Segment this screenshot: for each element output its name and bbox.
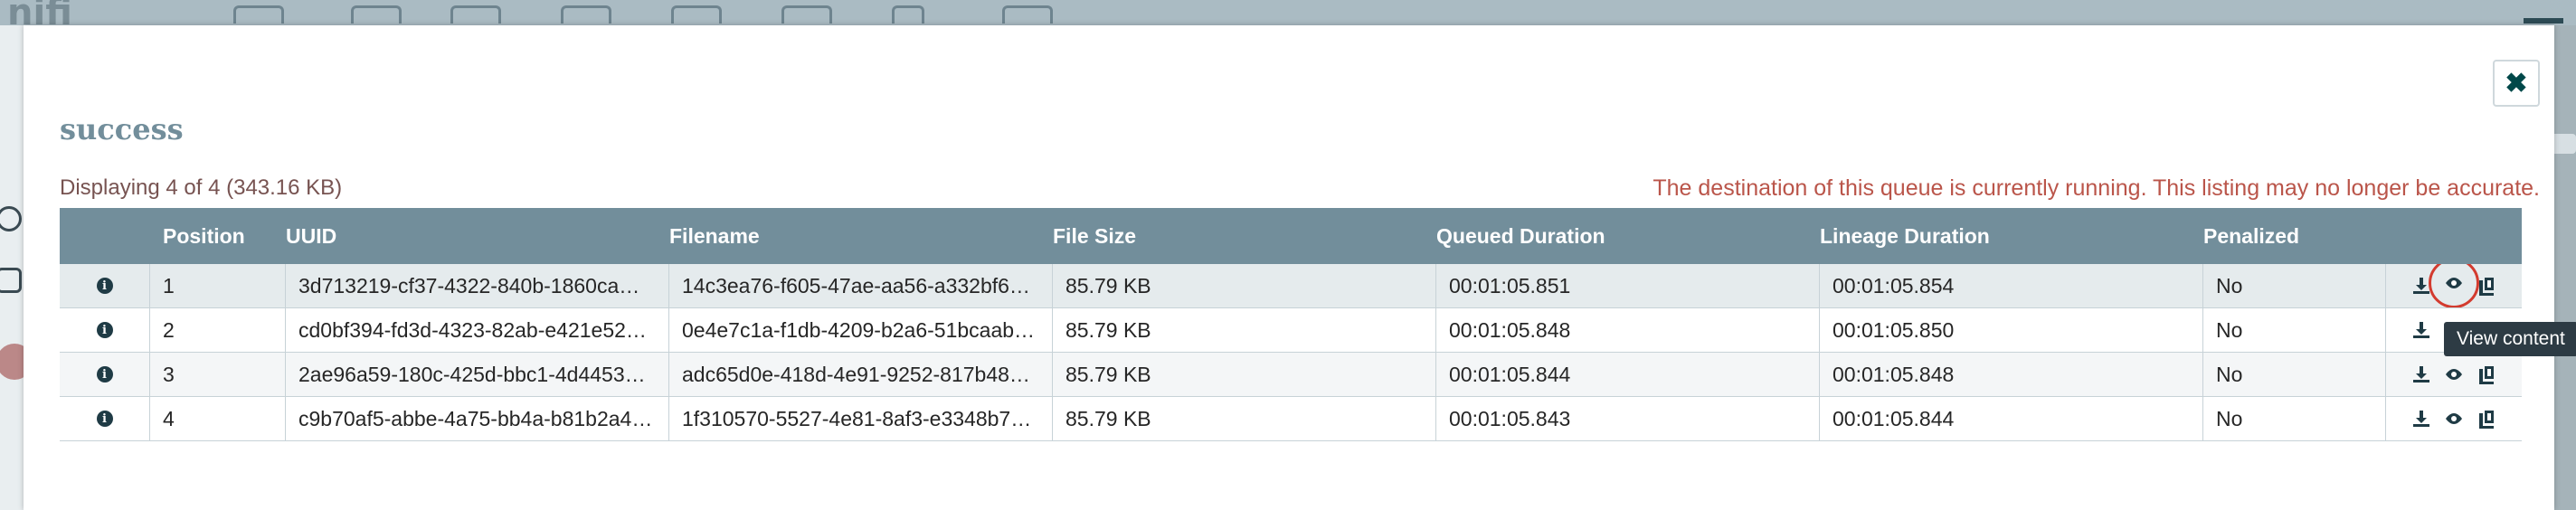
queued-duration-cell: 00:01:05.851	[1436, 264, 1820, 307]
info-icon[interactable]: i	[96, 322, 113, 338]
dialog-title: success	[60, 112, 184, 146]
header-penalized[interactable]: Penalized	[2203, 208, 2386, 264]
canvas-side-strip	[0, 25, 33, 510]
position-cell: 3	[150, 353, 286, 396]
position-cell: 4	[150, 397, 286, 440]
row-actions	[2386, 264, 2522, 307]
download-icon[interactable]	[2410, 319, 2432, 341]
penalized-cell: No	[2203, 308, 2386, 352]
processor-toolbar-icon[interactable]	[233, 5, 284, 24]
header-position[interactable]: Position	[150, 208, 286, 264]
funnel-toolbar-icon[interactable]	[781, 5, 832, 24]
row-actions	[2386, 397, 2522, 440]
filename-cell: 1f310570-5527-4e81-8af3-e3348b7…	[669, 397, 1053, 440]
row-actions	[2386, 353, 2522, 396]
app-logo: nifi	[7, 0, 72, 25]
file-size-cell: 85.79 KB	[1053, 397, 1436, 440]
label-toolbar-icon[interactable]	[1002, 5, 1053, 24]
penalized-cell: No	[2203, 397, 2386, 440]
lineage-duration-cell: 00:01:05.850	[1820, 308, 2203, 352]
display-count: Displaying 4 of 4 (343.16 KB)	[60, 175, 343, 200]
table-row[interactable]: i 3 2ae96a59-180c-425d-bbc1-4d4453… adc6…	[60, 353, 2522, 397]
table-row[interactable]: i 4 c9b70af5-abbe-4a75-bb4a-b81b2a4… 1f3…	[60, 397, 2522, 441]
row-info-cell: i	[60, 308, 150, 352]
view-content-tooltip: View content	[2444, 322, 2576, 356]
process-group-toolbar-icon[interactable]	[561, 5, 611, 24]
position-cell: 2	[150, 308, 286, 352]
uuid-cell: cd0bf394-fd3d-4323-82ab-e421e52…	[286, 308, 669, 352]
penalized-cell: No	[2203, 353, 2386, 396]
header-filename[interactable]: Filename	[669, 208, 1053, 264]
penalized-cell: No	[2203, 264, 2386, 307]
row-info-cell: i	[60, 397, 150, 440]
eye-icon[interactable]	[2443, 364, 2465, 385]
table-row[interactable]: i 2 cd0bf394-fd3d-4323-82ab-e421e52… 0e4…	[60, 308, 2522, 353]
header-file-size[interactable]: File Size	[1053, 208, 1436, 264]
header-actions	[2386, 208, 2522, 264]
input-port-toolbar-icon[interactable]	[351, 5, 402, 24]
header-uuid[interactable]: UUID	[286, 208, 669, 264]
header-lineage-duration[interactable]: Lineage Duration	[1820, 208, 2203, 264]
position-cell: 1	[150, 264, 286, 307]
queued-duration-cell: 00:01:05.848	[1436, 308, 1820, 352]
row-info-cell: i	[60, 353, 150, 396]
filename-cell: 14c3ea76-f605-47ae-aa56-a332bf6…	[669, 264, 1053, 307]
queue-running-warning: The destination of this queue is current…	[1653, 175, 2540, 201]
info-icon[interactable]: i	[96, 278, 113, 294]
row-info-cell: i	[60, 264, 150, 307]
queue-listing-dialog: ✖ success Displaying 4 of 4 (343.16 KB) …	[24, 25, 2554, 510]
lineage-duration-cell: 00:01:05.844	[1820, 397, 2203, 440]
uuid-cell: 3d713219-cf37-4322-840b-1860ca…	[286, 264, 669, 307]
provenance-icon[interactable]	[2476, 408, 2497, 430]
header-queued-duration[interactable]: Queued Duration	[1436, 208, 1820, 264]
lineage-duration-cell: 00:01:05.848	[1820, 353, 2203, 396]
filename-cell: 0e4e7c1a-f1db-4209-b2a6-51bcaab…	[669, 308, 1053, 352]
highlight-ring	[2429, 264, 2479, 307]
close-icon: ✖	[2505, 68, 2528, 99]
file-size-cell: 85.79 KB	[1053, 264, 1436, 307]
view-content-action[interactable]	[2429, 264, 2479, 307]
header-info	[60, 208, 150, 264]
queue-listing-table: Position UUID Filename File Size Queued …	[60, 208, 2522, 441]
lineage-duration-cell: 00:01:05.854	[1820, 264, 2203, 307]
provenance-icon[interactable]	[2476, 364, 2497, 385]
table-header: Position UUID Filename File Size Queued …	[60, 208, 2522, 264]
global-menu-icon[interactable]	[2524, 18, 2563, 24]
close-button[interactable]: ✖	[2493, 60, 2540, 107]
remote-group-toolbar-icon[interactable]	[671, 5, 722, 24]
queued-duration-cell: 00:01:05.844	[1436, 353, 1820, 396]
info-icon[interactable]: i	[96, 366, 113, 382]
file-size-cell: 85.79 KB	[1053, 353, 1436, 396]
app-header: nifi	[0, 0, 2576, 25]
operate-palette-icon[interactable]	[0, 206, 22, 231]
output-port-toolbar-icon[interactable]	[450, 5, 501, 24]
uuid-cell: c9b70af5-abbe-4a75-bb4a-b81b2a4…	[286, 397, 669, 440]
download-icon[interactable]	[2410, 408, 2432, 430]
filename-cell: adc65d0e-418d-4e91-9252-817b48…	[669, 353, 1053, 396]
hand-cursor-icon	[0, 268, 22, 293]
file-size-cell: 85.79 KB	[1053, 308, 1436, 352]
template-toolbar-icon[interactable]	[892, 5, 924, 24]
uuid-cell: 2ae96a59-180c-425d-bbc1-4d4453…	[286, 353, 669, 396]
download-icon[interactable]	[2410, 364, 2432, 385]
queued-duration-cell: 00:01:05.843	[1436, 397, 1820, 440]
eye-icon[interactable]	[2443, 408, 2465, 430]
table-row[interactable]: i 1 3d713219-cf37-4322-840b-1860ca… 14c3…	[60, 264, 2522, 308]
info-icon[interactable]: i	[96, 411, 113, 427]
